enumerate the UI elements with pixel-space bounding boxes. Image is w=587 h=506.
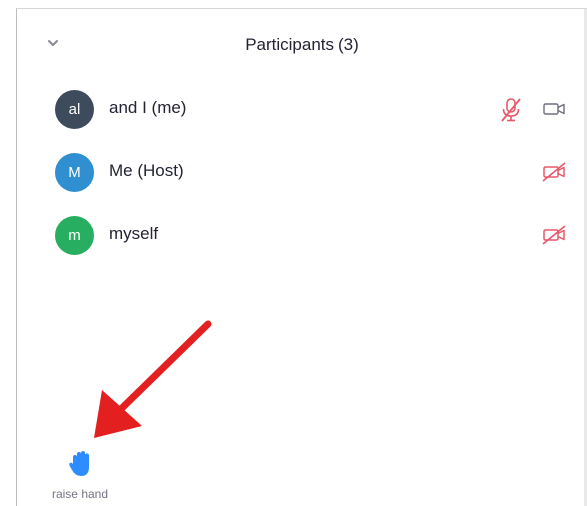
- mic-muted-icon[interactable]: [499, 97, 523, 123]
- avatar: al: [55, 90, 94, 129]
- participant-name: myself: [109, 224, 159, 243]
- avatar: m: [55, 216, 94, 255]
- raise-hand-button[interactable]: raise hand: [37, 445, 123, 503]
- panel-title: Participants (3): [17, 35, 587, 55]
- participant-name: Me (Host): [109, 161, 184, 180]
- raised-hand-icon: [67, 449, 95, 479]
- participant-name: and I (me): [109, 98, 187, 117]
- participant-row[interactable]: m myself: [17, 209, 587, 259]
- avatar: M: [55, 153, 94, 192]
- video-off-icon[interactable]: [541, 160, 569, 184]
- raise-hand-label: raise hand: [51, 487, 109, 501]
- participant-row[interactable]: al and I (me): [17, 83, 587, 133]
- participant-count: (3): [338, 35, 359, 54]
- participant-row[interactable]: M Me (Host): [17, 146, 587, 196]
- annotation-arrow-icon: [94, 320, 212, 438]
- panel-header: Participants (3): [17, 9, 587, 79]
- video-camera-icon[interactable]: [541, 97, 569, 121]
- video-off-icon[interactable]: [541, 223, 569, 247]
- panel-title-text: Participants: [245, 35, 335, 54]
